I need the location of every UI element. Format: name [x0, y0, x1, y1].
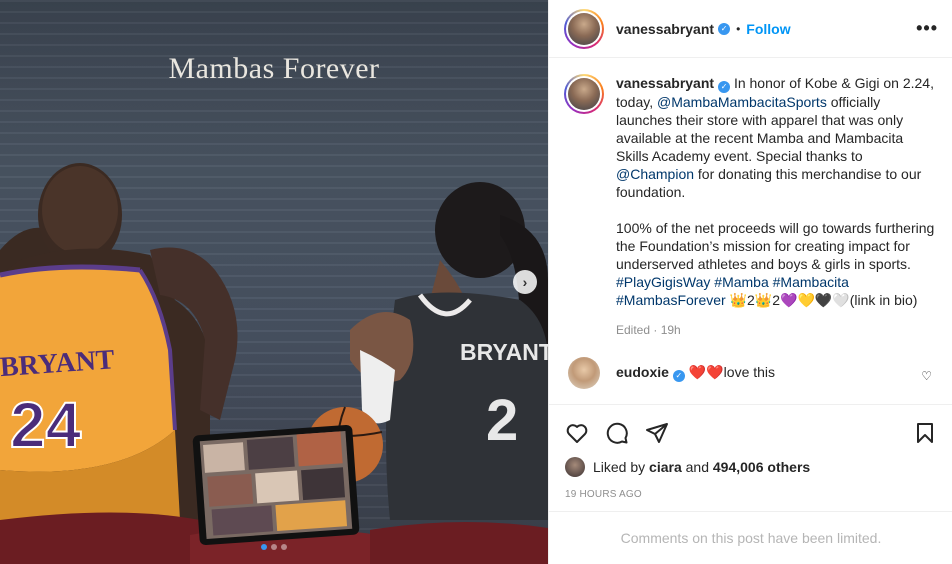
media-illustration: BRYANT 24 BRYANT 2 [0, 163, 548, 564]
post-actions: Liked by ciara and 494,006 others 19 HOU… [549, 404, 952, 500]
carousel-next-button[interactable]: › [513, 270, 537, 294]
mention-link[interactable]: @Champion [616, 166, 694, 182]
avatar [568, 78, 600, 110]
avatar [565, 457, 585, 477]
likes-prefix: Liked by [593, 459, 646, 475]
bookmark-icon[interactable] [913, 421, 937, 445]
action-icons [565, 405, 937, 461]
post-sidebar: vanessabryant ✓ • Follow ••• vanessabrya… [548, 0, 952, 564]
caption-text-2-end: (link in bio) [849, 292, 918, 308]
share-paper-plane-icon[interactable] [645, 421, 669, 445]
avatar [568, 12, 600, 45]
comment-hearts: ❤️❤️ [688, 364, 724, 381]
comment-item: eudoxie ✓ ❤️❤️love this ♡ [564, 357, 936, 389]
avatar[interactable] [568, 357, 600, 389]
jersey-right-name: BRYANT [460, 339, 548, 365]
carousel-dot [281, 544, 287, 550]
comment-body: love this [723, 364, 776, 381]
likes-summary[interactable]: Liked by ciara and 494,006 others [565, 457, 937, 477]
caption-body: vanessabryant ✓ In honor of Kobe & Gigi o… [616, 74, 936, 339]
post-header: vanessabryant ✓ • Follow ••• [549, 0, 952, 58]
author-avatar[interactable] [564, 8, 604, 49]
follow-button[interactable]: Follow [746, 21, 790, 37]
likes-user[interactable]: ciara [649, 459, 682, 475]
separator-dot: • [736, 21, 741, 36]
verified-badge-icon: ✓ [672, 369, 685, 382]
post-timestamp[interactable]: 19 HOURS AGO [565, 489, 937, 500]
likes-count[interactable]: 494,006 others [713, 459, 810, 475]
verified-badge-icon: ✓ [718, 81, 731, 93]
chevron-right-icon: › [522, 274, 528, 290]
like-heart-icon[interactable] [565, 421, 589, 445]
post-media[interactable]: Mambas Forever BRYANT 24 BRYANT 2 › [0, 0, 548, 564]
phone-collage [192, 424, 360, 546]
jersey-right-number: 2 [486, 388, 518, 453]
comments-section[interactable]: vanessabryant ✓ In honor of Kobe & Gigi o… [549, 58, 952, 404]
verified-badge-icon: ✓ [718, 22, 731, 35]
caption-edited-meta: Edited · 19h [616, 323, 681, 337]
caption-comment: vanessabryant ✓ In honor of Kobe & Gigi o… [564, 74, 936, 339]
jersey-left-number: 24 [10, 389, 82, 461]
caption-avatar[interactable] [564, 74, 604, 114]
comment-like-heart-icon[interactable]: ♡ [921, 369, 932, 383]
carousel-dot [271, 544, 277, 550]
caption-username[interactable]: vanessabryant [616, 75, 714, 91]
carousel-indicator [0, 544, 548, 550]
author-username[interactable]: vanessabryant [616, 21, 714, 37]
comment-username[interactable]: eudoxie [616, 364, 669, 380]
caption-emojis: 👑2👑2💜💛🖤🤍 [729, 292, 850, 308]
likes-conj: and [685, 459, 709, 475]
carousel-dot [261, 544, 267, 550]
mention-link[interactable]: @MambaMambacitaSports [657, 94, 827, 110]
caption-text-2a: 100% of the net proceeds will go towards… [616, 220, 935, 272]
comments-limited-notice: Comments on this post have been limited. [549, 511, 952, 564]
more-options-icon[interactable]: ••• [916, 18, 938, 39]
comment-bubble-icon[interactable] [605, 421, 629, 445]
comment-text: eudoxie ✓ ❤️❤️love this [616, 364, 775, 382]
